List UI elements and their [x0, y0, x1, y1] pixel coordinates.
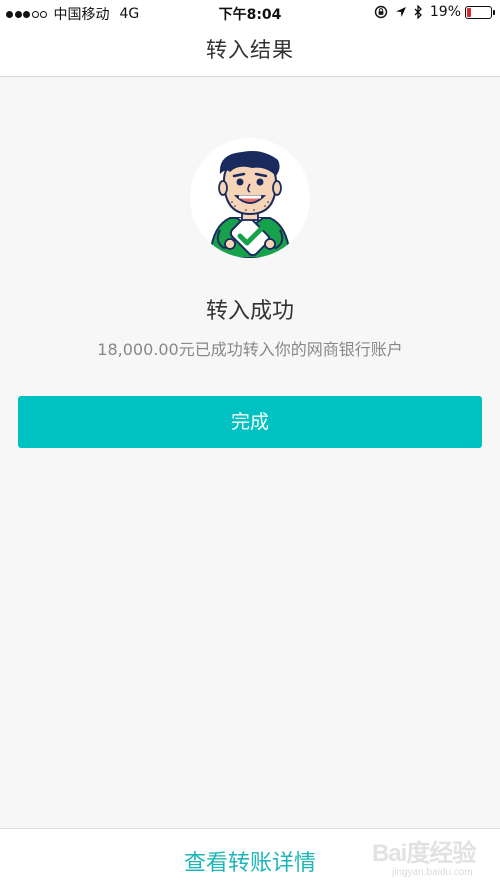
page-title: 转入结果 [206, 38, 294, 62]
watermark-url: jingyan.baidu.com [392, 867, 473, 878]
location-arrow-icon [395, 6, 407, 18]
battery-fill [467, 7, 472, 17]
watermark-brand: Bai度经验 [372, 840, 476, 867]
done-button[interactable]: 完成 [18, 396, 482, 448]
status-right: 19% [367, 4, 495, 20]
battery-icon [465, 5, 495, 19]
battery-nub [493, 9, 495, 15]
result-description: 18,000.00元已成功转入你的网商银行账户 [97, 340, 403, 359]
cartoon-man-icon [208, 151, 292, 258]
bluetooth-icon [414, 5, 423, 19]
success-avatar-illustration [190, 138, 310, 258]
rotation-lock-icon [374, 5, 388, 19]
result-title: 转入成功 [205, 299, 294, 324]
nav-bar: 转入结果 [0, 26, 500, 77]
status-bar: 中国移动 4G 下午8:04 19% [0, 0, 500, 26]
baidu-jingyan-watermark: Bai度经验 jingyan.baidu.com [372, 829, 490, 885]
battery-percent: 19% [429, 4, 461, 20]
